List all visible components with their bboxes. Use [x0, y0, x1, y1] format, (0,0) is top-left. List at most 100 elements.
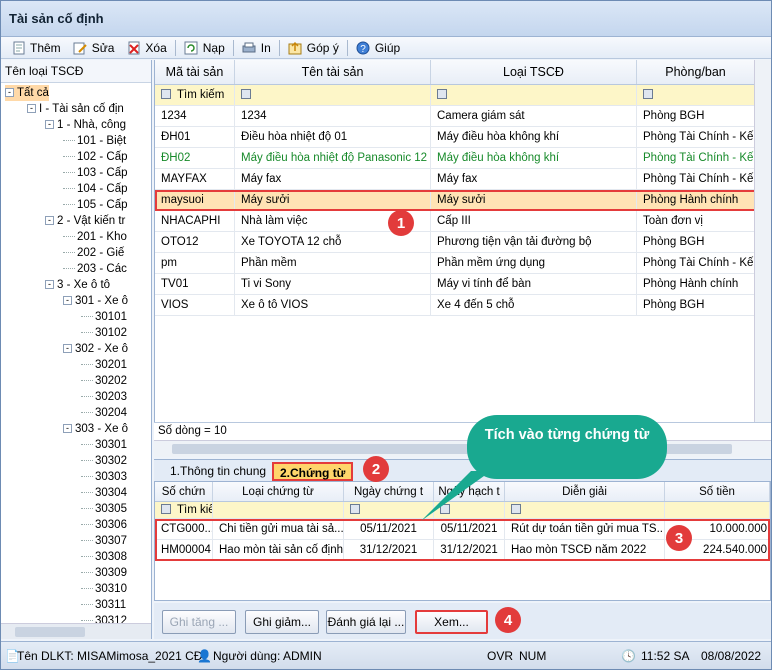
- asset-row[interactable]: VIOS Xe ô tô VIOS Xe 4 đến 5 chỗ Phòng BGH: [155, 294, 771, 316]
- tree-node-label: 30304: [95, 487, 127, 499]
- tree-node[interactable]: 30312: [81, 613, 127, 623]
- asset-row[interactable]: maysuoi Máy sưởi Máy sưởi Phòng Hành chính: [155, 189, 771, 211]
- filter-label: Tìm kiếm: [177, 88, 225, 101]
- filter-cell[interactable]: [344, 501, 434, 519]
- tree-node[interactable]: - Tất cả: [5, 85, 49, 101]
- asset-cell-code: maysuoi: [155, 189, 235, 211]
- tree-node[interactable]: 30201: [81, 357, 127, 373]
- tree-node[interactable]: 30308: [81, 549, 127, 565]
- tree-node[interactable]: -303 - Xe ô: [63, 421, 128, 437]
- tree-connector: [81, 444, 93, 446]
- print-button[interactable]: In: [236, 38, 277, 58]
- asset-row[interactable]: NHACAPHI Nhà làm việc Cấp III Toàn đơn vị: [155, 210, 771, 232]
- grid-horizontal-scrollbar[interactable]: [154, 440, 771, 457]
- tree-node[interactable]: 30310: [81, 581, 127, 597]
- column-header[interactable]: Ngày chứng t: [344, 482, 434, 501]
- column-header[interactable]: Diễn giải: [505, 482, 665, 501]
- ghi-tang-button[interactable]: Ghi tăng ...: [162, 610, 236, 634]
- filter-cell[interactable]: [637, 84, 755, 106]
- column-header[interactable]: Loại TSCĐ: [431, 60, 637, 84]
- tree-connector: [81, 396, 93, 398]
- tree-node-label: 30303: [95, 471, 127, 483]
- tree-node[interactable]: -I - Tài sản cố địn: [27, 101, 124, 117]
- tree-horizontal-scrollbar[interactable]: [1, 623, 151, 639]
- tree-node[interactable]: 104 - Cấp: [63, 181, 128, 197]
- tree-node[interactable]: 30311: [81, 597, 126, 613]
- tree-node[interactable]: -301 - Xe ô: [63, 293, 128, 309]
- tree-node[interactable]: 30202: [81, 373, 127, 389]
- tree-node[interactable]: -2 - Vật kiến tr: [45, 213, 125, 229]
- scroll-thumb[interactable]: [15, 627, 85, 637]
- collapse-toggle-icon[interactable]: -: [63, 424, 72, 434]
- column-header[interactable]: Ngày hạch t: [434, 482, 505, 501]
- tree-node[interactable]: 30102: [81, 325, 127, 341]
- tree-node[interactable]: 30203: [81, 389, 127, 405]
- tree-node[interactable]: 30307: [81, 533, 127, 549]
- asset-row[interactable]: TV01 Ti vi Sony Máy vi tính để bàn Phòng Hà…: [155, 273, 771, 295]
- delete-button[interactable]: Xóa: [120, 38, 172, 58]
- tree-node[interactable]: 102 - Cấp: [63, 149, 128, 165]
- collapse-toggle-icon[interactable]: -: [63, 344, 72, 354]
- tree-node[interactable]: 101 - Biệt: [63, 133, 126, 149]
- collapse-toggle-icon[interactable]: -: [27, 104, 36, 114]
- tree-node[interactable]: 30101: [81, 309, 127, 325]
- tree-node[interactable]: 202 - Giế: [63, 245, 124, 261]
- filter-cell[interactable]: [434, 501, 505, 519]
- filter-cell[interactable]: [505, 501, 665, 519]
- tree-node[interactable]: 30301: [81, 437, 127, 453]
- asset-row[interactable]: ĐH01 Điều hòa nhiệt độ 01 Máy điều hòa khô…: [155, 126, 771, 148]
- ghi-giam-button[interactable]: Ghi giảm...: [245, 610, 319, 634]
- tree-node[interactable]: 201 - Kho: [63, 229, 127, 245]
- filter-cell[interactable]: Tìm kiếm: [155, 501, 213, 519]
- asset-row[interactable]: pm Phần mềm Phần mềm ứng dụng Phòng Tài Chí…: [155, 252, 771, 274]
- tree-node[interactable]: -3 - Xe ô tô: [45, 277, 110, 293]
- tree-node[interactable]: 105 - Cấp: [63, 197, 128, 213]
- edit-button[interactable]: Sửa: [67, 38, 121, 58]
- asset-row[interactable]: 1234 1234 Camera giám sát Phòng BGH: [155, 105, 771, 127]
- filter-cell[interactable]: Tìm kiếm: [155, 84, 235, 106]
- filter-icon: [437, 89, 447, 100]
- tree-node[interactable]: 203 - Các: [63, 261, 127, 277]
- column-header[interactable]: Mã tài sản: [155, 60, 235, 84]
- column-header[interactable]: Số chứn: [155, 482, 213, 501]
- tab-general-info[interactable]: 1.Thông tin chung: [164, 462, 272, 481]
- filter-cell[interactable]: [665, 501, 770, 519]
- column-header[interactable]: Phòng/ban: [637, 60, 755, 84]
- collapse-toggle-icon[interactable]: -: [45, 120, 54, 130]
- add-button[interactable]: Thêm: [5, 38, 67, 58]
- feedback-button[interactable]: Góp ý: [282, 38, 345, 58]
- tree-node[interactable]: -302 - Xe ô: [63, 341, 128, 357]
- asset-cell-dept: Phòng BGH: [637, 294, 755, 316]
- column-header[interactable]: Loại chứng từ: [213, 482, 344, 501]
- asset-row[interactable]: OTO12 Xe TOYOTA 12 chỗ Phương tiện vận tải…: [155, 231, 771, 253]
- tab-vouchers[interactable]: 2.Chứng từ: [272, 462, 354, 481]
- tree-node[interactable]: 30305: [81, 501, 127, 517]
- column-header[interactable]: Số tiền: [665, 482, 770, 501]
- danh-gia-lai-button[interactable]: Đánh giá lại ...: [326, 610, 406, 634]
- filter-cell[interactable]: [213, 501, 344, 519]
- tree-node[interactable]: 103 - Cấp: [63, 165, 128, 181]
- asset-cell-name: Điều hòa nhiệt độ 01: [235, 126, 431, 148]
- help-button[interactable]: ? Giúp: [350, 38, 406, 58]
- asset-grid-vertical-scrollbar[interactable]: [754, 60, 771, 440]
- tree-node[interactable]: 30306: [81, 517, 127, 533]
- collapse-toggle-icon[interactable]: -: [45, 280, 54, 290]
- tree-node[interactable]: 30309: [81, 565, 127, 581]
- status-date: 08/08/2022: [701, 649, 762, 663]
- asset-row[interactable]: MAYFAX Máy fax Máy fax Phòng Tài Chính - Kế…: [155, 168, 771, 190]
- tree-node[interactable]: 30302: [81, 453, 127, 469]
- filter-cell[interactable]: [431, 84, 637, 106]
- tree-node[interactable]: 30304: [81, 485, 127, 501]
- tree-node[interactable]: 30303: [81, 469, 127, 485]
- filter-cell[interactable]: [235, 84, 431, 106]
- tree-node[interactable]: -1 - Nhà, công: [45, 117, 126, 133]
- collapse-toggle-icon[interactable]: -: [45, 216, 54, 226]
- collapse-toggle-icon[interactable]: -: [5, 88, 14, 98]
- column-header[interactable]: Tên tài sản: [235, 60, 431, 84]
- voucher-no: CTG000...: [155, 518, 213, 540]
- refresh-button[interactable]: Nạp: [178, 38, 231, 58]
- asset-row[interactable]: ĐH02 Máy điều hòa nhiệt độ Panasonic 12 Má…: [155, 147, 771, 169]
- collapse-toggle-icon[interactable]: -: [63, 296, 72, 306]
- xem-button[interactable]: Xem...: [415, 610, 488, 634]
- tree-node[interactable]: 30204: [81, 405, 127, 421]
